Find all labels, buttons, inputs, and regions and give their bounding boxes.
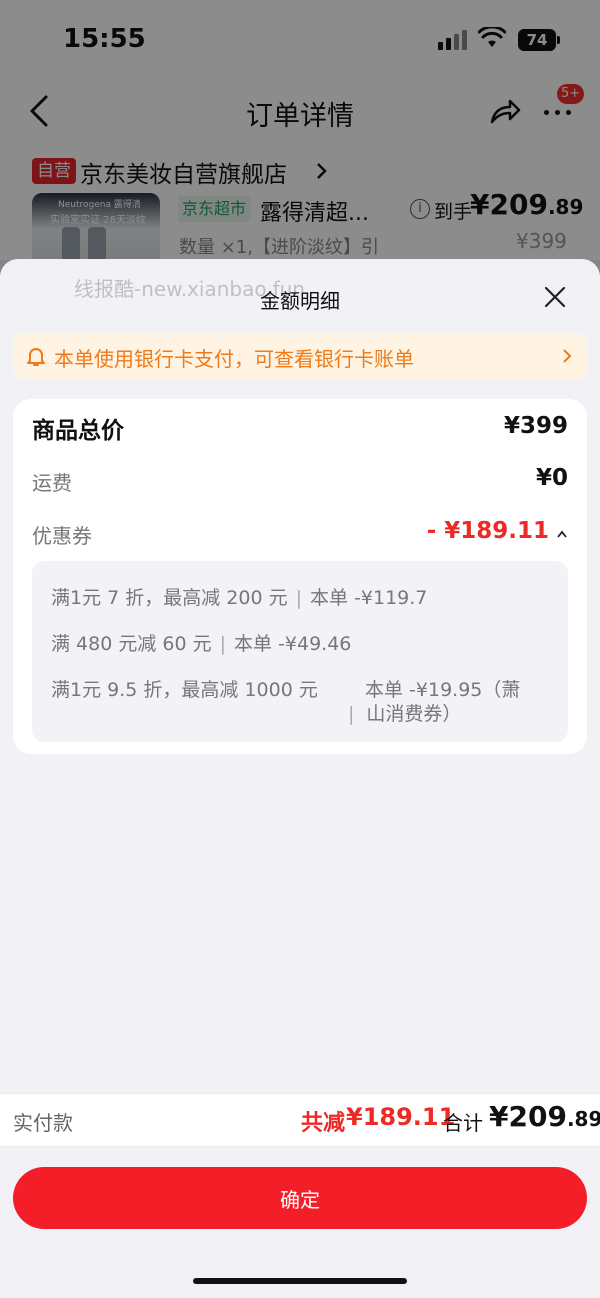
sheet-title: 金额明细	[260, 289, 340, 313]
shipping-label: 运费	[32, 471, 72, 495]
coupon-item: 满 480 元减 60 元 | 本单 -¥49.46	[51, 633, 352, 655]
goods-total-label: 商品总价	[32, 418, 124, 444]
total-value: ¥209.89	[489, 1100, 600, 1133]
close-icon[interactable]	[543, 285, 567, 309]
bank-banner-text: 本单使用银行卡支付，可查看银行卡账单	[54, 347, 414, 371]
coupon-rule: 满1元 7 折，最高减 200 元	[51, 587, 288, 609]
coupon-item: 满1元 7 折，最高减 200 元 | 本单 -¥119.7	[51, 587, 428, 609]
coupon-deduct-continued: | 山消费券）	[348, 703, 462, 725]
coupon-deduct: 本单 -¥119.7	[310, 587, 428, 609]
payment-summary-bar: 实付款 共减 ¥189.11 合计 ¥209.89	[0, 1093, 600, 1147]
coupon-deduct: 本单 -¥19.95（萧	[365, 679, 521, 701]
amount-detail-card: 商品总价 ¥399 运费 ¥0 优惠券 - ¥189.11 满1元 7 折，最高…	[13, 399, 587, 754]
chevron-up-icon[interactable]	[556, 530, 568, 538]
coupon-label: 优惠券	[32, 524, 92, 548]
shipping-value: ¥0	[535, 465, 568, 491]
chevron-right-icon	[563, 349, 572, 363]
bank-card-banner[interactable]: 本单使用银行卡支付，可查看银行卡账单	[13, 333, 587, 379]
total-reduce-label: 共减	[301, 1111, 346, 1136]
goods-total-value: ¥399	[503, 413, 568, 439]
coupon-rule: 满1元 9.5 折，最高减 1000 元	[51, 679, 318, 701]
bell-icon	[27, 348, 45, 366]
modal-backdrop[interactable]	[0, 0, 600, 275]
total-reduce-value: ¥189.11	[346, 1103, 456, 1131]
actual-pay-label: 实付款	[13, 1111, 73, 1135]
coupon-item: 满1元 9.5 折，最高减 1000 元	[51, 675, 318, 702]
total-label: 合计	[443, 1111, 483, 1135]
home-indicator	[193, 1278, 407, 1284]
coupon-breakdown: 满1元 7 折，最高减 200 元 | 本单 -¥119.7 满 480 元减 60…	[32, 561, 568, 742]
coupon-rule: 满 480 元减 60 元	[51, 633, 212, 655]
coupon-total-value[interactable]: - ¥189.11	[427, 518, 549, 544]
confirm-button[interactable]: 确定	[13, 1167, 587, 1229]
coupon-deduct: 本单 -¥49.46	[234, 633, 352, 655]
